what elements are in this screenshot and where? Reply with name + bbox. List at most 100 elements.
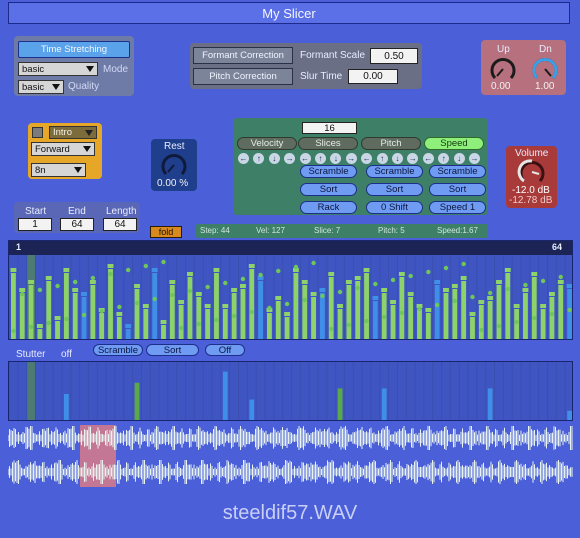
matrix-arrow-5[interactable]: ↑	[315, 153, 326, 164]
sequencer-bar[interactable]	[284, 317, 290, 340]
end-field[interactable]: 64	[60, 218, 94, 231]
sequencer-bar[interactable]	[249, 269, 255, 340]
matrix-scramble-button-0[interactable]: Scramble	[300, 165, 357, 178]
matrix-sort-button-2[interactable]: Sort	[429, 183, 486, 196]
matrix-arrow-12[interactable]: ←	[422, 153, 434, 164]
sequencer-bar[interactable]	[28, 285, 34, 340]
stutter-bar[interactable]	[249, 399, 255, 421]
sequencer-bar[interactable]	[55, 321, 60, 340]
sequencer-bar[interactable]	[372, 301, 378, 340]
matrix-scramble-button-2[interactable]: Scramble	[429, 165, 486, 178]
start-field[interactable]: 1	[18, 218, 52, 231]
sequencer-bar[interactable]	[205, 309, 211, 340]
sequencer-bar[interactable]	[258, 281, 264, 340]
sequencer-bar[interactable]	[81, 297, 87, 340]
matrix-arrow-4[interactable]: ←	[299, 153, 311, 164]
step-sequencer[interactable]: 1 64	[8, 240, 573, 340]
matrix-sort-button-1[interactable]: Sort	[366, 183, 423, 196]
sequencer-bar[interactable]	[46, 281, 52, 340]
matrix-arrow-0[interactable]: ←	[238, 153, 249, 164]
sequencer-bar[interactable]	[523, 293, 528, 340]
rate-select[interactable]: 8n	[31, 163, 86, 177]
sequencer-bar[interactable]	[470, 317, 475, 340]
stutter-bar[interactable]	[381, 388, 387, 421]
mode-select[interactable]: basic	[18, 62, 98, 76]
sequencer-bar[interactable]	[514, 309, 520, 340]
matrix-arrow-3[interactable]: →	[284, 153, 296, 164]
length-field[interactable]: 64	[103, 218, 137, 231]
sequencer-bar[interactable]	[134, 289, 140, 340]
sequencer-bar[interactable]	[417, 309, 422, 340]
sequencer-bar[interactable]	[293, 273, 299, 340]
sequencer-bar[interactable]	[267, 313, 272, 340]
sequencer-bar[interactable]	[364, 273, 369, 340]
matrix-rack-button-0[interactable]: Rack	[300, 201, 357, 214]
sequencer-bar[interactable]	[178, 305, 184, 340]
sequencer-bar[interactable]	[37, 329, 43, 340]
sequencer-bar[interactable]	[425, 313, 431, 340]
stutter-bar[interactable]	[63, 394, 69, 421]
waveform-display[interactable]	[8, 423, 573, 489]
fold-button[interactable]: fold	[150, 226, 182, 238]
formant-correction-button[interactable]: Formant Correction	[193, 47, 293, 64]
sequencer-bar[interactable]	[275, 301, 281, 340]
sequencer-bar[interactable]	[311, 297, 316, 340]
sequencer-bar[interactable]	[99, 313, 105, 340]
matrix-0-shift-button-1[interactable]: 0 Shift	[366, 201, 423, 214]
matrix-speed-1-button-2[interactable]: Speed 1	[429, 201, 486, 214]
sequencer-bar[interactable]	[116, 317, 122, 340]
sequencer-bar[interactable]	[222, 309, 228, 340]
pitch-correction-button[interactable]: Pitch Correction	[193, 68, 293, 85]
sequencer-bar[interactable]	[390, 305, 396, 340]
stutter-off-button[interactable]: Off	[205, 344, 245, 356]
sequencer-bar[interactable]	[196, 297, 202, 340]
sequence-checkbox[interactable]	[32, 127, 43, 138]
stutter-bar[interactable]	[337, 388, 343, 421]
sequencer-bar[interactable]	[558, 285, 564, 340]
matrix-arrow-8[interactable]: ←	[361, 153, 373, 164]
sequencer-bar[interactable]	[125, 329, 131, 340]
sequencer-bar[interactable]	[540, 309, 546, 340]
matrix-arrow-15[interactable]: →	[469, 153, 480, 164]
matrix-scramble-button-1[interactable]: Scramble	[366, 165, 423, 178]
stutter-sort-button[interactable]: Sort	[146, 344, 199, 356]
sequencer-bar[interactable]	[478, 305, 484, 340]
sequencer-bar[interactable]	[408, 297, 414, 340]
sequencer-bar[interactable]	[531, 277, 537, 340]
direction-select[interactable]: Forward	[31, 142, 95, 156]
sequencer-bar[interactable]	[567, 289, 572, 340]
sequencer-bar[interactable]	[72, 293, 78, 340]
dn-knob[interactable]	[530, 54, 560, 84]
stutter-bar[interactable]	[222, 371, 228, 421]
matrix-tab-speed[interactable]: Speed	[424, 137, 484, 150]
slur-time-field[interactable]: 0.00	[348, 69, 398, 84]
stutter-display[interactable]	[8, 361, 573, 421]
stutter-bar[interactable]	[567, 410, 572, 421]
sequencer-bar[interactable]	[549, 297, 555, 340]
matrix-arrow-11[interactable]: →	[407, 153, 419, 164]
matrix-arrow-2[interactable]: ↓	[268, 153, 280, 164]
matrix-arrow-14[interactable]: ↓	[453, 153, 465, 164]
sequencer-bar[interactable]	[161, 325, 166, 340]
matrix-tab-velocity[interactable]: Velocity	[237, 137, 297, 150]
sequencer-bar[interactable]	[337, 309, 343, 340]
matrix-arrow-9[interactable]: ↑	[376, 153, 388, 164]
stutter-scramble-button[interactable]: Scramble	[93, 344, 143, 356]
sequencer-bar[interactable]	[90, 285, 96, 340]
rest-knob[interactable]	[159, 151, 189, 179]
sequencer-bar[interactable]	[143, 309, 149, 340]
sequencer-bar[interactable]	[496, 285, 502, 340]
matrix-arrow-7[interactable]: →	[345, 153, 357, 164]
sequencer-bar[interactable]	[505, 273, 511, 340]
sequencer-bar[interactable]	[187, 277, 193, 340]
matrix-tab-slices[interactable]: Slices	[298, 137, 358, 150]
count-field[interactable]: 16	[302, 122, 357, 134]
sequencer-bar[interactable]	[302, 285, 308, 340]
sequencer-bar[interactable]	[240, 289, 246, 340]
matrix-sort-button-0[interactable]: Sort	[300, 183, 357, 196]
sequencer-bar[interactable]	[319, 293, 325, 340]
sequencer-bar[interactable]	[487, 301, 493, 340]
sequencer-bar[interactable]	[461, 281, 467, 340]
formant-scale-field[interactable]: 0.50	[370, 48, 418, 64]
sequencer-bar[interactable]	[434, 285, 440, 340]
